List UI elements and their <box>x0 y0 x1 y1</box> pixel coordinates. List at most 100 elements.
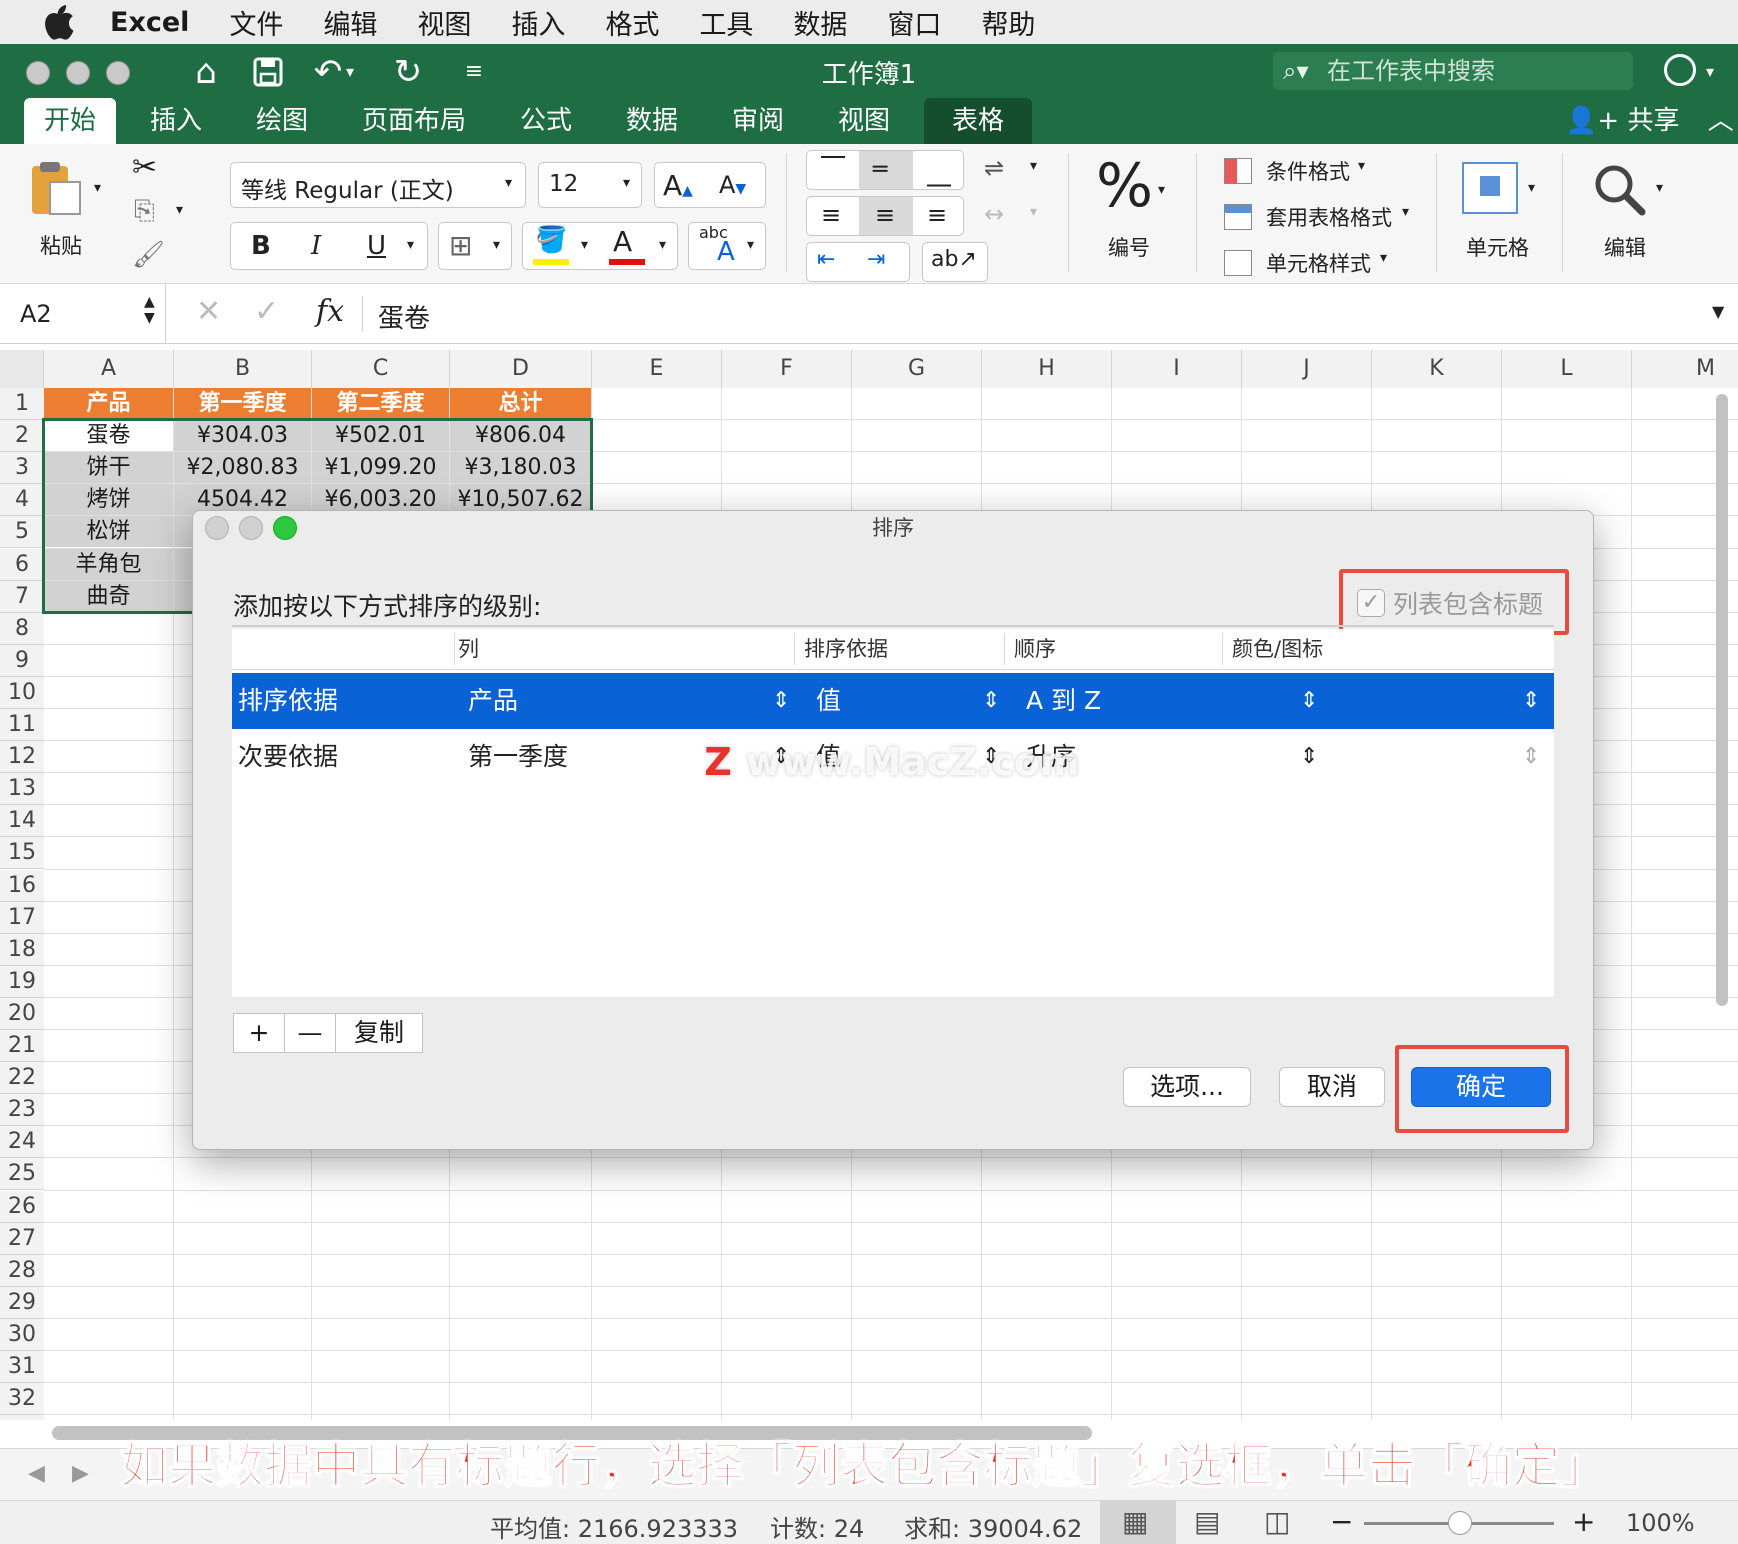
header-checkbox-label[interactable]: 列表包含标题 <box>1393 585 1543 621</box>
cells-dropdown-icon[interactable]: ▾ <box>1528 180 1535 196</box>
page-break-view-icon[interactable]: ◫ <box>1264 1505 1290 1538</box>
shrink-font-icon[interactable]: A▼ <box>719 171 746 199</box>
font-color-icon[interactable]: A <box>613 225 632 258</box>
copy-dropdown-icon[interactable]: ▾ <box>176 202 183 218</box>
copy-icon[interactable]: ⎘ <box>134 196 155 227</box>
table-header-cell[interactable]: 总计 <box>450 388 591 420</box>
zoom-slider-thumb[interactable] <box>1448 1511 1472 1535</box>
row-header-22[interactable]: 22 <box>0 1062 44 1095</box>
grow-font-icon[interactable]: A▲ <box>663 169 693 202</box>
row-header-26[interactable]: 26 <box>0 1190 44 1223</box>
column-header-i[interactable]: I <box>1112 350 1242 388</box>
font-color-dropdown-icon[interactable]: ▾ <box>659 237 666 253</box>
cells-icon[interactable] <box>1462 162 1518 214</box>
row-header-19[interactable]: 19 <box>0 965 44 998</box>
wrap-dropdown-icon[interactable]: ▾ <box>1030 158 1037 174</box>
tab-table[interactable]: 表格 <box>924 98 1033 144</box>
menu-format[interactable]: 格式 <box>605 3 659 42</box>
wrap-text-icon[interactable]: ⇌ <box>984 154 1004 182</box>
cell-style-dropdown-icon[interactable]: ▾ <box>1380 250 1387 266</box>
confirm-entry-icon[interactable]: ✓ <box>254 294 279 329</box>
table-format-button[interactable]: 套用表格格式 <box>1266 202 1392 232</box>
cut-icon[interactable]: ✂ <box>132 150 157 185</box>
updown-chevron-icon[interactable]: ⇕ <box>772 673 790 729</box>
row-header-3[interactable]: 3 <box>0 452 44 485</box>
updown-chevron-icon[interactable]: ⇕ <box>1300 673 1318 729</box>
edit-dropdown-icon[interactable]: ▾ <box>1656 180 1663 196</box>
row-header-28[interactable]: 28 <box>0 1254 44 1287</box>
row-header-7[interactable]: 7 <box>0 580 44 613</box>
column-header-c[interactable]: C <box>312 350 450 388</box>
row-header-5[interactable]: 5 <box>0 516 44 549</box>
name-box[interactable]: A2 ▲ ▼ <box>0 284 166 344</box>
zoom-level[interactable]: 100% <box>1626 1509 1695 1537</box>
conditional-format-button[interactable]: 条件格式 <box>1266 156 1350 186</box>
tab-home[interactable]: 开始 <box>24 98 117 144</box>
tab-formulas[interactable]: 公式 <box>500 98 592 144</box>
sort-level-row-primary[interactable]: 排序依据 产品 ⇕ 值 ⇕ A 到 Z ⇕ ⇕ <box>232 673 1554 729</box>
menu-app-excel[interactable]: Excel <box>110 7 189 38</box>
italic-button[interactable]: I <box>311 231 321 261</box>
tab-view[interactable]: 视图 <box>818 98 910 144</box>
fx-icon[interactable]: fx <box>316 294 344 329</box>
column-header-f[interactable]: F <box>722 350 852 388</box>
orientation-button[interactable]: ab↗ <box>922 242 988 282</box>
font-size-select[interactable]: 12 ▾ <box>538 162 642 208</box>
row-header-4[interactable]: 4 <box>0 484 44 517</box>
row-header-17[interactable]: 17 <box>0 901 44 934</box>
magnifier-icon[interactable] <box>1592 162 1646 216</box>
cancel-button[interactable]: 取消 <box>1279 1067 1385 1107</box>
row-header-20[interactable]: 20 <box>0 997 44 1030</box>
column-select[interactable]: 第一季度 <box>468 729 568 785</box>
sort-on-select[interactable]: 值 <box>816 673 841 729</box>
header-checkbox[interactable]: ✓ <box>1357 589 1385 617</box>
zoom-in-icon[interactable]: + <box>1572 1505 1595 1538</box>
updown-chevron-icon[interactable]: ⇕ <box>1522 673 1540 729</box>
prev-sheet-icon[interactable]: ◀ <box>28 1461 45 1486</box>
row-header-18[interactable]: 18 <box>0 933 44 966</box>
align-bottom-icon[interactable]: ⎽ <box>927 159 951 187</box>
underline-dropdown-icon[interactable]: ▾ <box>407 237 414 253</box>
cell-style-button[interactable]: 单元格样式 <box>1266 248 1371 278</box>
menu-view[interactable]: 视图 <box>417 3 471 42</box>
align-right-icon[interactable]: ≡ <box>927 201 947 229</box>
row-header-11[interactable]: 11 <box>0 709 44 741</box>
updown-chevron-icon[interactable]: ⇕ <box>982 673 1000 729</box>
remove-level-button[interactable]: — <box>284 1013 336 1053</box>
row-header-12[interactable]: 12 <box>0 741 44 774</box>
align-top-icon[interactable]: ⎺ <box>821 153 845 181</box>
paste-dropdown-icon[interactable]: ▾ <box>94 180 101 196</box>
row-header-10[interactable]: 10 <box>0 676 44 709</box>
page-layout-view-icon[interactable]: ▤ <box>1194 1505 1220 1538</box>
row-header-27[interactable]: 27 <box>0 1222 44 1255</box>
name-box-stepper-icon[interactable]: ▲ ▼ <box>144 294 155 326</box>
ok-button[interactable]: 确定 <box>1411 1067 1551 1107</box>
row-header-29[interactable]: 29 <box>0 1286 44 1319</box>
row-header-16[interactable]: 16 <box>0 869 44 902</box>
row-header-6[interactable]: 6 <box>0 548 44 581</box>
font-name-select[interactable]: 等线 Regular (正文) ▾ <box>230 162 526 208</box>
tab-data[interactable]: 数据 <box>606 98 698 144</box>
phonetic-button[interactable]: abc A ▾ <box>688 222 766 270</box>
search-input[interactable]: ⌕▾ 在工作表中搜索 <box>1273 52 1633 90</box>
column-header-l[interactable]: L <box>1502 350 1632 388</box>
formula-input[interactable]: 蛋卷 <box>378 298 430 335</box>
options-button[interactable]: 选项... <box>1123 1067 1251 1107</box>
column-header-a[interactable]: A <box>44 350 174 388</box>
normal-view-icon[interactable]: ▦ <box>1122 1505 1148 1538</box>
zoom-out-icon[interactable]: − <box>1330 1505 1353 1538</box>
feedback-dropdown-icon[interactable]: ▾ <box>1700 50 1720 94</box>
row-header-15[interactable]: 15 <box>0 837 44 870</box>
align-middle-icon[interactable]: ═ <box>873 155 887 183</box>
underline-button[interactable]: U <box>367 231 386 261</box>
row-header-1[interactable]: 1 <box>0 388 44 420</box>
row-header-2[interactable]: 2 <box>0 420 44 453</box>
row-header-13[interactable]: 13 <box>0 773 44 806</box>
copy-level-button[interactable]: 复制 <box>335 1013 423 1053</box>
menu-file[interactable]: 文件 <box>229 3 283 42</box>
apple-icon[interactable] <box>42 4 82 40</box>
row-header-25[interactable]: 25 <box>0 1158 44 1191</box>
fill-color-icon[interactable]: 🪣 <box>535 225 567 255</box>
select-all-corner[interactable] <box>0 350 44 388</box>
column-header-b[interactable]: B <box>174 350 312 388</box>
